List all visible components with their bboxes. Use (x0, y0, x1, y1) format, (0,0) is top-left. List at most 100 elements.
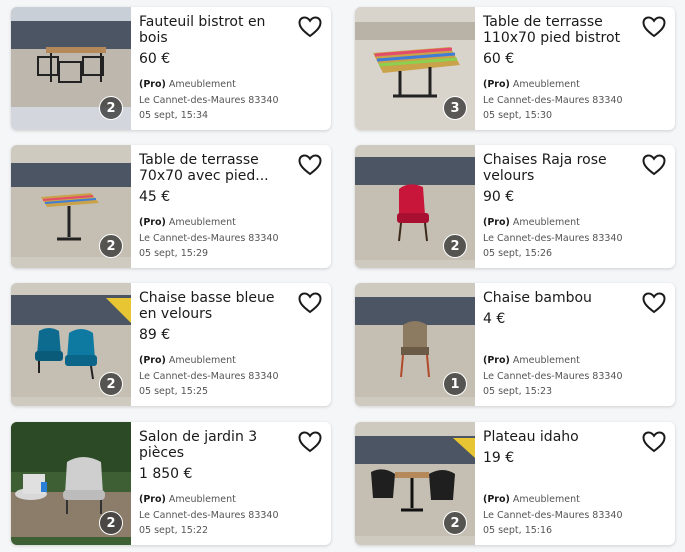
listing-meta: (Pro) Ameublement Le Cannet-des-Maures 8… (139, 77, 279, 124)
heart-outline-icon (298, 16, 322, 38)
listing-date: 05 sept, 15:29 (139, 248, 209, 259)
photo-count-badge: 2 (443, 234, 467, 258)
photo-count-badge: 2 (99, 372, 123, 396)
listing-card[interactable]: 3 Table de terrasse 110x70 pied bistrot … (355, 7, 675, 130)
listing-date: 05 sept, 15:16 (483, 525, 553, 536)
listing-category: Ameublement (512, 79, 580, 90)
listing-price: 1 850 € (139, 466, 193, 482)
listing-category: Ameublement (512, 494, 580, 505)
listing-title[interactable]: Plateau idaho (483, 429, 639, 445)
listing-location: Le Cannet-des-Maures 83340 (139, 94, 279, 106)
favorite-button[interactable] (297, 291, 323, 315)
listing-info: Chaise basse bleue en velours 89 € (139, 290, 295, 343)
photo-count-badge: 2 (443, 511, 467, 535)
listing-grid: 2 Fauteuil bistrot en bois 60 € (Pro) Am… (0, 0, 685, 552)
heart-outline-icon (298, 431, 322, 453)
listing-photo[interactable]: 2 (11, 7, 131, 130)
listing-meta: (Pro) Ameublement Le Cannet-des-Maures 8… (139, 353, 279, 400)
listing-info: Chaise bambou 4 € (483, 290, 639, 327)
heart-outline-icon (642, 292, 666, 314)
favorite-button[interactable] (641, 430, 667, 454)
listing-date: 05 sept, 15:22 (139, 525, 209, 536)
listing-card[interactable]: 1 Chaise bambou 4 € (Pro) Ameublement Le… (355, 283, 675, 406)
listing-price: 90 € (483, 189, 515, 205)
heart-outline-icon (298, 292, 322, 314)
listing-category: Ameublement (512, 355, 580, 366)
listing-location: Le Cannet-des-Maures 83340 (483, 232, 623, 244)
listing-title[interactable]: Chaise basse bleue en velours (139, 290, 295, 322)
listing-location: Le Cannet-des-Maures 83340 (483, 370, 623, 382)
seller-type: (Pro) (483, 217, 510, 228)
listing-card[interactable]: 2 Chaises Raja rose velours 90 € (Pro) A… (355, 145, 675, 268)
listing-photo[interactable]: 1 (355, 283, 475, 406)
listing-info: Chaises Raja rose velours 90 € (483, 152, 639, 205)
listing-title[interactable]: Chaise bambou (483, 290, 639, 306)
listing-category: Ameublement (168, 217, 236, 228)
listing-card[interactable]: 2 Salon de jardin 3 pièces 1 850 € (Pro)… (11, 422, 331, 545)
photo-count-badge: 1 (443, 372, 467, 396)
listing-location: Le Cannet-des-Maures 83340 (483, 509, 623, 521)
heart-outline-icon (642, 16, 666, 38)
listing-photo[interactable]: 3 (355, 7, 475, 130)
listing-date: 05 sept, 15:30 (483, 110, 553, 121)
listing-info: Table de terrasse 70x70 avec pied... 45 … (139, 152, 295, 205)
listing-meta: (Pro) Ameublement Le Cannet-des-Maures 8… (139, 492, 279, 539)
heart-outline-icon (642, 154, 666, 176)
listing-price: 89 € (139, 327, 171, 343)
listing-info: Fauteuil bistrot en bois 60 € (139, 14, 295, 67)
seller-type: (Pro) (139, 355, 166, 366)
seller-type: (Pro) (139, 494, 166, 505)
listing-price: 19 € (483, 450, 515, 466)
listing-card[interactable]: 2 Plateau idaho 19 € (Pro) Ameublement L… (355, 422, 675, 545)
listing-meta: (Pro) Ameublement Le Cannet-des-Maures 8… (483, 77, 623, 124)
photo-count-badge: 2 (99, 96, 123, 120)
listing-date: 05 sept, 15:26 (483, 248, 553, 259)
listing-category: Ameublement (168, 494, 236, 505)
favorite-button[interactable] (641, 153, 667, 177)
listing-info: Salon de jardin 3 pièces 1 850 € (139, 429, 295, 482)
seller-type: (Pro) (483, 355, 510, 366)
seller-type: (Pro) (139, 79, 166, 90)
listing-card[interactable]: 2 Chaise basse bleue en velours 89 € (Pr… (11, 283, 331, 406)
listing-info: Table de terrasse 110x70 pied bistrot 60… (483, 14, 639, 67)
photo-count-badge: 2 (99, 234, 123, 258)
listing-photo[interactable]: 2 (11, 283, 131, 406)
favorite-button[interactable] (641, 291, 667, 315)
listing-date: 05 sept, 15:34 (139, 110, 209, 121)
listing-title[interactable]: Salon de jardin 3 pièces (139, 429, 295, 461)
listing-category: Ameublement (168, 355, 236, 366)
listing-location: Le Cannet-des-Maures 83340 (139, 370, 279, 382)
listing-date: 05 sept, 15:23 (483, 386, 553, 397)
listing-photo[interactable]: 2 (355, 422, 475, 545)
listing-meta: (Pro) Ameublement Le Cannet-des-Maures 8… (483, 492, 623, 539)
listing-location: Le Cannet-des-Maures 83340 (139, 232, 279, 244)
listing-category: Ameublement (168, 79, 236, 90)
listing-photo[interactable]: 2 (11, 422, 131, 545)
listing-title[interactable]: Chaises Raja rose velours (483, 152, 639, 184)
heart-outline-icon (298, 154, 322, 176)
listing-location: Le Cannet-des-Maures 83340 (483, 94, 623, 106)
seller-type: (Pro) (483, 494, 510, 505)
listing-meta: (Pro) Ameublement Le Cannet-des-Maures 8… (483, 215, 623, 262)
listing-title[interactable]: Table de terrasse 70x70 avec pied... (139, 152, 295, 184)
listing-price: 60 € (483, 51, 515, 67)
photo-count-badge: 3 (443, 96, 467, 120)
seller-type: (Pro) (483, 79, 510, 90)
listing-photo[interactable]: 2 (355, 145, 475, 268)
listing-title[interactable]: Fauteuil bistrot en bois (139, 14, 295, 46)
favorite-button[interactable] (641, 15, 667, 39)
favorite-button[interactable] (297, 430, 323, 454)
listing-photo[interactable]: 2 (11, 145, 131, 268)
listing-info: Plateau idaho 19 € (483, 429, 639, 466)
favorite-button[interactable] (297, 15, 323, 39)
listing-title[interactable]: Table de terrasse 110x70 pied bistrot (483, 14, 639, 46)
listing-location: Le Cannet-des-Maures 83340 (139, 509, 279, 521)
listing-card[interactable]: 2 Table de terrasse 70x70 avec pied... 4… (11, 145, 331, 268)
listing-meta: (Pro) Ameublement Le Cannet-des-Maures 8… (139, 215, 279, 262)
listing-price: 45 € (139, 189, 171, 205)
listing-price: 4 € (483, 311, 506, 327)
heart-outline-icon (642, 431, 666, 453)
seller-type: (Pro) (139, 217, 166, 228)
listing-card[interactable]: 2 Fauteuil bistrot en bois 60 € (Pro) Am… (11, 7, 331, 130)
favorite-button[interactable] (297, 153, 323, 177)
